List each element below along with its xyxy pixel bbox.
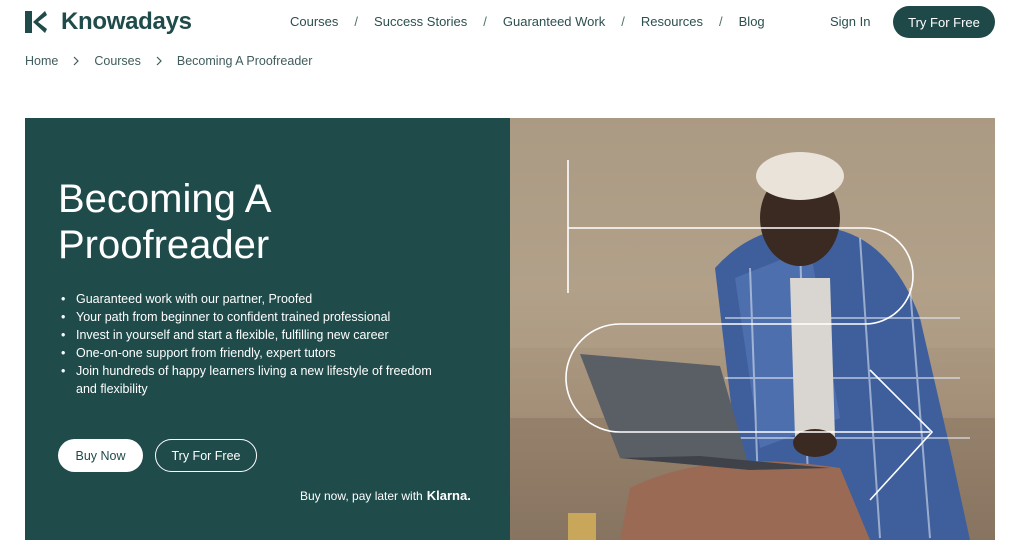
nav-separator: / — [621, 14, 625, 29]
klarna-logo: Klarna. — [426, 488, 471, 503]
list-item: Guaranteed work with our partner, Proofe… — [61, 290, 451, 308]
chevron-right-icon — [73, 56, 80, 66]
try-for-free-header-button[interactable]: Try For Free — [893, 6, 995, 38]
nav-separator: / — [483, 14, 487, 29]
knowadays-logo-icon — [25, 11, 47, 33]
klarna-pay-later: Buy now, pay later with Klarna. — [300, 488, 471, 503]
buy-now-button[interactable]: Buy Now — [58, 439, 143, 472]
hero-photo — [510, 118, 995, 540]
nav-item-success-stories[interactable]: Success Stories — [374, 14, 467, 29]
site-header: Knowadays Courses / Success Stories / Gu… — [0, 0, 1024, 44]
nav-item-courses[interactable]: Courses — [290, 14, 338, 29]
list-item: Join hundreds of happy learners living a… — [61, 362, 451, 398]
brand-name: Knowadays — [61, 8, 192, 35]
breadcrumb-home[interactable]: Home — [25, 54, 58, 68]
list-item: One-on-one support from friendly, expert… — [61, 344, 451, 362]
nav-item-resources[interactable]: Resources — [641, 14, 703, 29]
list-item: Your path from beginner to confident tra… — [61, 308, 451, 326]
chevron-right-icon — [156, 56, 162, 66]
nav-item-guaranteed-work[interactable]: Guaranteed Work — [503, 14, 605, 29]
hero-illustration — [510, 118, 995, 540]
page-title: Becoming A Proofreader — [58, 177, 270, 267]
breadcrumb-courses[interactable]: Courses — [94, 54, 141, 68]
hero-text-panel: Becoming A Proofreader Guaranteed work w… — [25, 118, 510, 540]
nav-item-blog[interactable]: Blog — [739, 14, 765, 29]
nav-separator: / — [354, 14, 359, 29]
breadcrumb-current: Becoming A Proofreader — [176, 54, 313, 68]
brand-logo[interactable]: Knowadays — [25, 8, 192, 36]
nav-separator: / — [719, 14, 723, 29]
try-for-free-button[interactable]: Try For Free — [155, 439, 257, 472]
list-item: Invest in yourself and start a flexible,… — [61, 326, 451, 344]
main-nav: Courses / Success Stories / Guaranteed W… — [290, 14, 765, 29]
hero-section: Becoming A Proofreader Guaranteed work w… — [25, 118, 995, 540]
breadcrumb: Home Courses Becoming A Proofreader — [25, 54, 312, 68]
sign-in-link[interactable]: Sign In — [830, 14, 870, 29]
benefits-list: Guaranteed work with our partner, Proofe… — [61, 290, 451, 398]
pay-later-text: Buy now, pay later with — [300, 489, 423, 503]
